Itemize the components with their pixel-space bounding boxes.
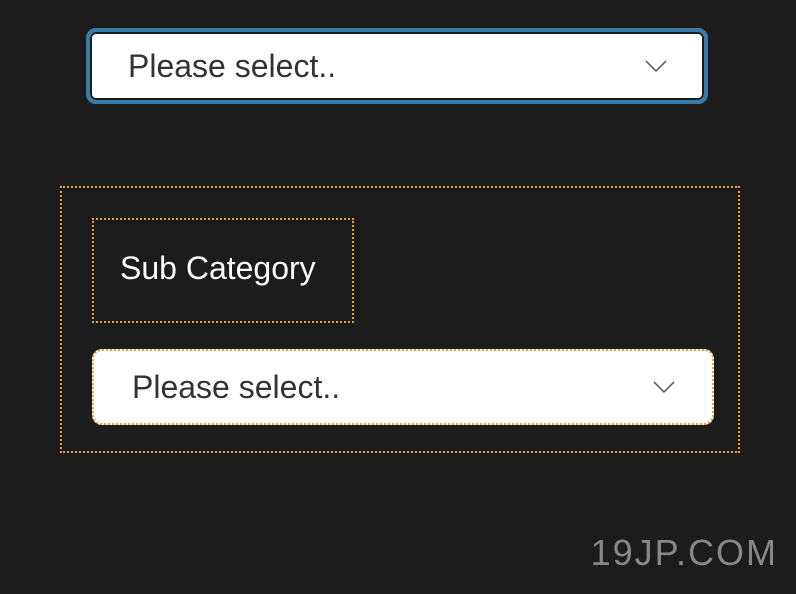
sub-category-select-placeholder: Please select.. — [132, 369, 340, 406]
primary-select-placeholder: Please select.. — [128, 48, 336, 85]
sub-category-label-box: Sub Category — [92, 218, 354, 323]
sub-category-select[interactable]: Please select.. — [92, 349, 714, 425]
watermark-text: 19JP.COM — [591, 532, 778, 574]
sub-category-label: Sub Category — [120, 250, 316, 286]
primary-select[interactable]: Please select.. — [86, 28, 708, 104]
chevron-down-icon — [652, 380, 676, 394]
chevron-down-icon — [644, 59, 668, 73]
sub-category-panel: Sub Category Please select.. — [60, 186, 740, 453]
